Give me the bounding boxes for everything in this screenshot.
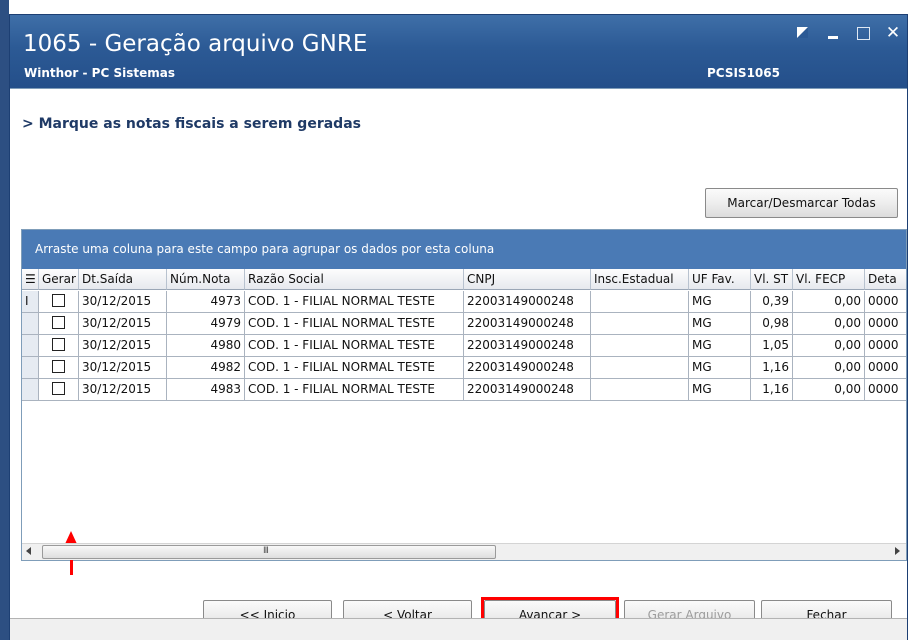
window-controls: ✕ [795,25,901,42]
scroll-thumb[interactable]: III [42,545,496,559]
cell-cnpj: 22003149000248 [464,335,591,357]
col-header-vl-fecp[interactable]: Vl. FECP [793,269,865,290]
cell-cnpj: 22003149000248 [464,379,591,401]
gerar-checkbox[interactable] [39,313,79,335]
title-bar[interactable]: 1065 - Geração arquivo GNRE Winthor - PC… [10,15,907,88]
cell-num-nota: 4979 [167,313,245,335]
row-indicator [22,335,39,357]
maximize-icon[interactable] [855,25,871,41]
cell-detalhe: 0000 [865,291,906,313]
cell-vl-fecp: 0,00 [793,379,865,401]
col-header-insc-estadual[interactable]: Insc.Estadual [591,269,689,290]
routine-code: PCSIS1065 [707,66,780,80]
cell-num-nota: 4983 [167,379,245,401]
cell-vl-st: 1,16 [751,379,793,401]
cell-uf-fav: MG [689,335,751,357]
col-header-cnpj[interactable]: CNPJ [464,269,591,290]
gerar-checkbox[interactable] [39,291,79,313]
col-header-uf-fav[interactable]: UF Fav. [689,269,751,290]
step-instruction: > Marque as notas fiscais a serem gerada… [22,116,361,132]
row-indicator [22,357,39,379]
cell-uf-fav: MG [689,313,751,335]
cell-razao-social: COD. 1 - FILIAL NORMAL TESTE [245,313,464,335]
col-header-vl-st[interactable]: Vl. ST [751,269,793,290]
gnre-window: 1065 - Geração arquivo GNRE Winthor - PC… [9,14,908,640]
scroll-grip-icon: III [263,546,269,556]
gerar-checkbox[interactable] [39,357,79,379]
cell-vl-fecp: 0,00 [793,357,865,379]
cell-insc-estadual [591,313,689,335]
cell-vl-st: 0,98 [751,313,793,335]
cell-num-nota: 4982 [167,357,245,379]
cell-vl-st: 1,05 [751,335,793,357]
cell-detalhe: 0000 [865,379,906,401]
window-subtitle: Winthor - PC Sistemas [24,66,175,80]
toggle-all-label: Marcar/Desmarcar Todas [727,196,876,210]
cell-vl-st: 0,39 [751,291,793,313]
cell-vl-st: 1,16 [751,357,793,379]
cell-razao-social: COD. 1 - FILIAL NORMAL TESTE [245,379,464,401]
col-header-num-nota[interactable]: Núm.Nota [167,269,245,290]
cell-insc-estadual [591,291,689,313]
cell-dt-saida: 30/12/2015 [79,335,167,357]
row-indicator [22,379,39,401]
col-header-dt-saida[interactable]: Dt.Saída [79,269,167,290]
cell-razao-social: COD. 1 - FILIAL NORMAL TESTE [245,357,464,379]
cell-detalhe: 0000 [865,335,906,357]
cell-cnpj: 22003149000248 [464,313,591,335]
cell-dt-saida: 30/12/2015 [79,379,167,401]
col-header-detalhe[interactable]: Deta [865,269,906,290]
cell-cnpj: 22003149000248 [464,357,591,379]
cell-num-nota: 4973 [167,291,245,313]
invoice-grid[interactable]: Arraste uma coluna para este campo para … [21,229,907,575]
restore-icon[interactable] [795,25,811,41]
cell-razao-social: COD. 1 - FILIAL NORMAL TESTE [245,291,464,313]
group-by-hint: Arraste uma coluna para este campo para … [35,242,495,256]
col-header-gerar[interactable]: Gerar [39,269,79,290]
scroll-right-icon[interactable] [895,547,900,555]
table-row[interactable]: 30/12/2015 4982 COD. 1 - FILIAL NORMAL T… [22,357,906,379]
cell-uf-fav: MG [689,357,751,379]
minimize-icon[interactable] [825,25,841,41]
cell-uf-fav: MG [689,379,751,401]
cell-vl-fecp: 0,00 [793,335,865,357]
cell-dt-saida: 30/12/2015 [79,291,167,313]
table-row[interactable]: 30/12/2015 4979 COD. 1 - FILIAL NORMAL T… [22,313,906,335]
column-chooser-icon[interactable]: ☰ [22,269,39,290]
row-indicator: I [22,291,39,313]
toggle-all-button[interactable]: Marcar/Desmarcar Todas [705,188,898,218]
cell-dt-saida: 30/12/2015 [79,357,167,379]
gerar-checkbox[interactable] [39,379,79,401]
window-title: 1065 - Geração arquivo GNRE [23,31,368,57]
table-row[interactable]: 30/12/2015 4980 COD. 1 - FILIAL NORMAL T… [22,335,906,357]
cell-insc-estadual [591,379,689,401]
cell-detalhe: 0000 [865,313,906,335]
cell-cnpj: 22003149000248 [464,291,591,313]
cell-num-nota: 4980 [167,335,245,357]
scroll-left-icon[interactable] [26,547,31,555]
status-bar [10,618,907,640]
table-row[interactable]: 30/12/2015 4983 COD. 1 - FILIAL NORMAL T… [22,379,906,401]
cell-detalhe: 0000 [865,357,906,379]
group-by-panel[interactable]: Arraste uma coluna para este campo para … [22,230,906,269]
row-indicator [22,313,39,335]
wizard-content: > Marque as notas fiscais a serem gerada… [10,88,907,640]
cell-vl-fecp: 0,00 [793,291,865,313]
cell-dt-saida: 30/12/2015 [79,313,167,335]
table-row[interactable]: I 30/12/2015 4973 COD. 1 - FILIAL NORMAL… [22,291,906,313]
cell-insc-estadual [591,357,689,379]
desktop-edge [0,0,9,640]
col-header-razao-social[interactable]: Razão Social [245,269,464,290]
close-icon[interactable]: ✕ [885,25,901,42]
horizontal-scrollbar[interactable]: III [22,543,906,560]
cell-razao-social: COD. 1 - FILIAL NORMAL TESTE [245,335,464,357]
cell-vl-fecp: 0,00 [793,313,865,335]
gerar-checkbox[interactable] [39,335,79,357]
cell-insc-estadual [591,335,689,357]
cell-uf-fav: MG [689,291,751,313]
